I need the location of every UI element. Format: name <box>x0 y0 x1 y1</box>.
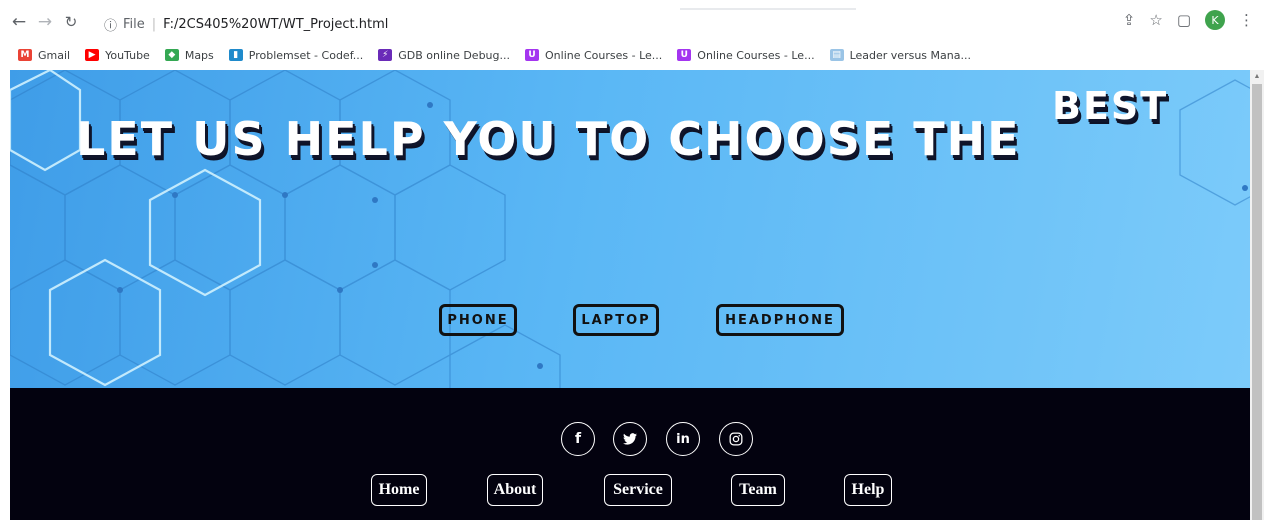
hero-section: LET US HELP YOU TO CHOOSE THE BEST PHONE… <box>10 70 1250 388</box>
gdb-icon: ⚡ <box>378 49 393 61</box>
scroll-up-arrow-icon[interactable]: ▲ <box>1252 72 1262 82</box>
udemy-icon: U <box>525 49 540 61</box>
codeforces-icon: ▮ <box>228 49 243 61</box>
nav-team[interactable]: Team <box>731 474 785 506</box>
page-icon: ▤ <box>829 49 844 61</box>
footer: f in Home About Service Team Help <box>10 388 1250 520</box>
toolbar-actions: ⇪ ☆ ▢ K ⋮ <box>1123 10 1254 30</box>
nav-help[interactable]: Help <box>844 474 892 506</box>
instagram-glyph-icon <box>729 432 743 446</box>
scrollbar-thumb[interactable] <box>1252 84 1262 520</box>
bookmark-item[interactable]: U Online Courses - Le... <box>677 48 815 62</box>
instagram-icon[interactable] <box>719 422 753 456</box>
headphone-button[interactable]: HEADPHONE <box>716 304 844 336</box>
url-text: F:/2CS405%20WT/WT_Project.html <box>163 16 389 32</box>
twitter-bird-icon <box>623 433 637 445</box>
udemy-icon: U <box>677 49 692 61</box>
back-icon[interactable]: ← <box>8 11 30 33</box>
youtube-icon: ▶ <box>85 49 100 61</box>
hero-headline: LET US HELP YOU TO CHOOSE THE <box>76 112 1021 166</box>
phone-button[interactable]: PHONE <box>439 304 517 336</box>
bookmark-item[interactable]: ▶ YouTube <box>85 49 150 62</box>
facebook-icon[interactable]: f <box>561 422 595 456</box>
bookmarks-bar: M Gmail ▶ YouTube ◆ Maps ▮ Problemset - Codef..… <box>0 44 1264 66</box>
gmail-icon: M <box>18 49 32 61</box>
nav-home[interactable]: Home <box>371 474 427 506</box>
page-viewport: LET US HELP YOU TO CHOOSE THE BEST PHONE… <box>10 70 1250 520</box>
reload-icon[interactable]: ↻ <box>60 11 82 33</box>
bookmark-label: GDB online Debug... <box>398 48 511 62</box>
menu-icon[interactable]: ⋮ <box>1239 11 1254 29</box>
browser-toolbar: ← → ↻ ⓘ File | F:/2CS405%20WT/WT_Project… <box>0 0 1264 44</box>
bookmark-label: Leader versus Mana... <box>849 48 971 62</box>
url-prefix: File <box>123 16 145 32</box>
forward-icon[interactable]: → <box>34 11 56 33</box>
nav-about[interactable]: About <box>487 474 543 506</box>
profile-avatar[interactable]: K <box>1205 10 1225 30</box>
bookmark-item[interactable]: ▤ Leader versus Mana... <box>829 48 971 62</box>
nav-service[interactable]: Service <box>604 474 672 506</box>
laptop-button[interactable]: LAPTOP <box>573 304 659 336</box>
bookmark-star-icon[interactable]: ☆ <box>1149 11 1162 29</box>
info-icon[interactable]: ⓘ <box>104 15 117 34</box>
bookmark-label: YouTube <box>105 48 150 62</box>
bookmark-label: Online Courses - Le... <box>697 48 815 62</box>
bookmark-label: Gmail <box>38 48 71 62</box>
bookmark-item[interactable]: ◆ Maps <box>164 48 214 62</box>
bookmark-item[interactable]: M Gmail <box>18 49 70 62</box>
address-bar[interactable]: ⓘ File | F:/2CS405%20WT/WT_Project.html <box>104 12 388 36</box>
bookmark-label: Problemset - Codef... <box>248 48 364 62</box>
twitter-icon[interactable] <box>613 422 647 456</box>
share-icon[interactable]: ⇪ <box>1123 11 1136 29</box>
bookmark-item[interactable]: ⚡ GDB online Debug... <box>378 49 510 62</box>
bookmark-label: Online Courses - Le... <box>545 48 663 62</box>
bookmark-item[interactable]: U Online Courses - Le... <box>525 49 662 62</box>
url-separator: | <box>151 16 157 32</box>
maps-icon: ◆ <box>164 49 179 61</box>
hero-headline-emphasis: BEST <box>1052 84 1169 128</box>
bookmark-item[interactable]: ▮ Problemset - Codef... <box>228 48 364 62</box>
side-panel-icon[interactable]: ▢ <box>1177 11 1191 29</box>
tab-edge <box>680 8 856 10</box>
linkedin-icon[interactable]: in <box>666 422 700 456</box>
bookmark-label: Maps <box>184 48 214 62</box>
